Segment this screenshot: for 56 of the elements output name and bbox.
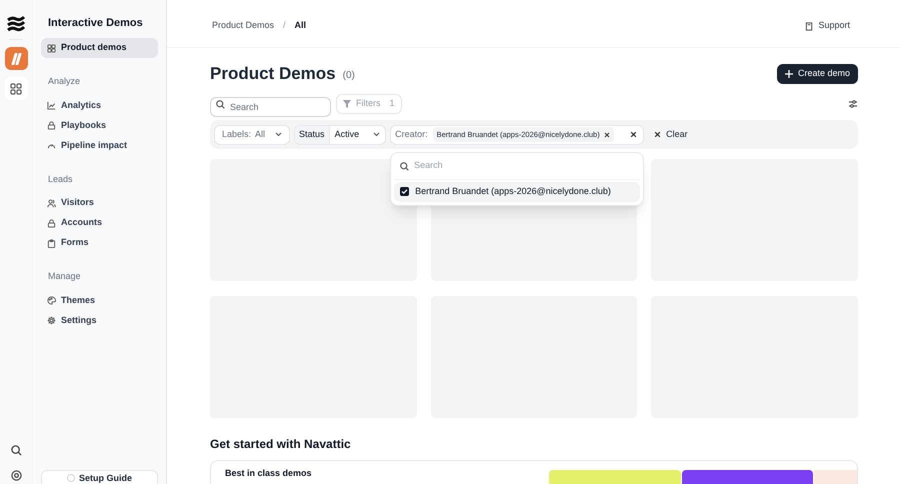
- sidebar-item[interactable]: Visitors: [41, 193, 158, 213]
- help-icon[interactable]: [10, 470, 22, 481]
- palette-icon: [47, 296, 56, 305]
- filter-icon: [343, 100, 351, 108]
- sidebar-item[interactable]: Playbooks: [41, 116, 158, 136]
- logo-icon[interactable]: [7, 15, 25, 32]
- sidebar-item[interactable]: Product demos: [41, 38, 158, 58]
- sidebar-item[interactable]: Forms: [41, 233, 158, 253]
- section-label: Leads: [48, 172, 74, 186]
- status-label: Status: [295, 126, 330, 144]
- labels-dropdown[interactable]: Labels: All: [214, 124, 290, 144]
- dropdown-option[interactable]: Bertrand Bruandet (apps-2026@nicelydone.club): [394, 182, 640, 202]
- breadcrumb-current: All: [294, 19, 306, 32]
- grid-icon: [47, 44, 56, 52]
- lock-icon: [47, 121, 56, 130]
- breadcrumb-link[interactable]: Product Demos: [212, 19, 274, 33]
- create-demo-button[interactable]: Create demo: [776, 64, 858, 84]
- search-icon[interactable]: [10, 445, 22, 456]
- plus-icon: [784, 70, 793, 78]
- section-label: Manage: [48, 270, 82, 283]
- support-button[interactable]: Support: [805, 19, 850, 33]
- page-title: Product Demos: [210, 63, 336, 86]
- close-icon: [654, 131, 662, 138]
- lock-icon: [47, 218, 56, 228]
- grid-icon[interactable]: [10, 82, 22, 94]
- dropdown-search-field[interactable]: Search: [414, 159, 614, 173]
- sidebar-item[interactable]: Analytics: [41, 96, 158, 116]
- search-field[interactable]: Search: [210, 97, 331, 117]
- clear-button[interactable]: Clear: [654, 128, 688, 142]
- sidebar-title: Interactive Demos: [48, 16, 144, 31]
- breadcrumb-separator: /: [283, 19, 286, 32]
- close-icon[interactable]: [604, 132, 610, 138]
- section-heading: Get started with Navattic: [210, 436, 352, 453]
- section-label: Analyze: [48, 75, 82, 88]
- sliders-icon[interactable]: [848, 99, 858, 109]
- users-icon: [47, 198, 56, 208]
- setup-guide-button[interactable]: Setup Guide: [41, 470, 158, 484]
- sidebar-item[interactable]: Pipeline impact: [41, 136, 158, 156]
- search-icon: [400, 162, 410, 170]
- sidebar-item[interactable]: Themes: [41, 290, 158, 310]
- status-dropdown[interactable]: Active: [330, 128, 386, 142]
- sidebar-item[interactable]: Settings: [41, 310, 158, 330]
- preview-tile: [814, 470, 857, 484]
- settings-icon: [47, 316, 56, 325]
- book-icon: [805, 22, 814, 30]
- chevron-down-icon: [373, 132, 380, 137]
- close-icon[interactable]: [630, 131, 638, 138]
- clipboard-icon: [47, 238, 56, 248]
- sidebar-item[interactable]: Accounts: [41, 213, 158, 233]
- chevron-down-icon: [275, 132, 282, 137]
- app-icon[interactable]: [4, 47, 28, 70]
- card-title: Best in class demos: [225, 467, 313, 479]
- chart-icon: [47, 101, 56, 110]
- checkbox[interactable]: [400, 187, 410, 196]
- search-icon: [216, 100, 225, 108]
- demo-count: (0): [342, 68, 355, 82]
